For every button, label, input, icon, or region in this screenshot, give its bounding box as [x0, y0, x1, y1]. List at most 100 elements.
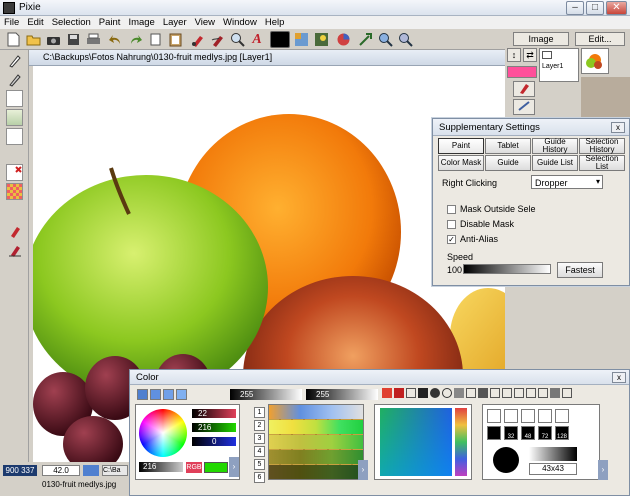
hue-strip[interactable]	[455, 408, 467, 476]
clear-selection-icon[interactable]	[6, 164, 23, 181]
zoom-in-icon[interactable]	[376, 31, 394, 48]
layer-brush-icon[interactable]	[513, 81, 535, 97]
layer-link-icon[interactable]: ⇄	[523, 48, 537, 62]
layer-tool-icon[interactable]	[513, 99, 535, 115]
paint-mode-icon[interactable]	[514, 388, 524, 398]
red-brush-icon[interactable]	[6, 222, 23, 239]
save-icon[interactable]	[64, 31, 82, 48]
edit-button[interactable]: Edit...	[575, 32, 625, 46]
pie-icon[interactable]	[334, 31, 352, 48]
pattern-fill-icon[interactable]	[6, 183, 23, 200]
brush-size-5[interactable]	[555, 409, 569, 423]
select-icon[interactable]	[356, 31, 374, 48]
menu-help[interactable]: Help	[261, 16, 289, 29]
layer-visibility-icon[interactable]	[542, 51, 552, 59]
maximize-button[interactable]: □	[586, 1, 604, 15]
color-close-button[interactable]: x	[612, 372, 626, 383]
color-expand-icon[interactable]: ›	[229, 457, 239, 477]
color-swatch-icon[interactable]	[270, 31, 290, 48]
paint-mode-icon[interactable]	[418, 388, 428, 398]
redo-icon[interactable]	[126, 31, 144, 48]
document-tab[interactable]: C:\Ba	[102, 465, 128, 476]
close-button[interactable]: ✕	[606, 1, 627, 15]
tab-selection-history[interactable]: Selection History	[579, 138, 625, 154]
brush-size-72[interactable]: 72	[538, 426, 552, 440]
ellipse-tool-icon[interactable]	[6, 128, 23, 145]
undo-icon[interactable]	[106, 31, 124, 48]
open-folder-icon[interactable]	[24, 31, 42, 48]
pencil-icon[interactable]	[6, 71, 23, 88]
tab-guide[interactable]: Guide	[485, 155, 531, 171]
color-mode-icon[interactable]	[150, 389, 161, 400]
paint-mode-icon[interactable]	[454, 388, 464, 398]
tab-paint[interactable]: Paint	[438, 138, 484, 154]
palette-tab-2[interactable]: 2	[254, 420, 265, 431]
rectangle-tool-icon[interactable]	[6, 90, 23, 107]
palette-tab-3[interactable]: 3	[254, 433, 265, 444]
brush-expand-icon[interactable]: ›	[598, 460, 608, 480]
color-mode-icon[interactable]	[163, 389, 174, 400]
anti-alias-checkbox[interactable]: ✓	[447, 235, 456, 244]
layer-list[interactable]: Layer1	[539, 48, 579, 82]
brush-icon[interactable]	[188, 31, 206, 48]
paint-mode-icon[interactable]	[478, 388, 488, 398]
menu-file[interactable]: File	[0, 16, 23, 29]
disable-mask-checkbox[interactable]	[447, 220, 456, 229]
rgb-mode-label[interactable]: RGB	[186, 462, 202, 473]
brush-size-1[interactable]	[487, 409, 501, 423]
tab-color-mask[interactable]: Color Mask	[438, 155, 484, 171]
palette-tab-6[interactable]: 6	[254, 472, 265, 483]
color-palette-grid[interactable]	[268, 404, 364, 480]
paint-mode-icon[interactable]	[526, 388, 536, 398]
tab-guide-history[interactable]: Guide History	[532, 138, 578, 154]
paint-mode-icon[interactable]	[382, 388, 392, 398]
current-color-swatch[interactable]	[204, 462, 228, 473]
color-mode-icon[interactable]	[137, 389, 148, 400]
menu-window[interactable]: Window	[219, 16, 261, 29]
layer-color-swatch[interactable]	[507, 66, 537, 78]
tab-tablet[interactable]: Tablet	[485, 138, 531, 154]
menu-edit[interactable]: Edit	[23, 16, 47, 29]
brush-size-2[interactable]	[504, 409, 518, 423]
brush-size-6[interactable]	[487, 426, 501, 440]
color-wheel[interactable]	[139, 409, 187, 457]
menu-paint[interactable]: Paint	[95, 16, 125, 29]
palette-tab-4[interactable]: 4	[254, 446, 265, 457]
layer-thumbnail[interactable]	[581, 48, 609, 74]
paint-mode-icon[interactable]	[394, 388, 404, 398]
layer-up-icon[interactable]: ↕	[507, 48, 521, 62]
menu-image[interactable]: Image	[124, 16, 158, 29]
color-mode-icon[interactable]	[176, 389, 187, 400]
print-icon[interactable]	[84, 31, 102, 48]
fastest-button[interactable]: Fastest	[557, 262, 603, 278]
brush-size-4[interactable]	[538, 409, 552, 423]
tab-guide-list[interactable]: Guide List	[532, 155, 578, 171]
brush-size-128[interactable]: 128	[555, 426, 569, 440]
zoom-field[interactable]: 42.0	[42, 465, 80, 476]
paint-mode-icon[interactable]	[466, 388, 476, 398]
paint-mode-icon[interactable]	[562, 388, 572, 398]
paint-mode-icon[interactable]	[406, 388, 416, 398]
gradient-area[interactable]	[380, 408, 452, 476]
menu-view[interactable]: View	[191, 16, 219, 29]
new-icon[interactable]	[4, 31, 22, 48]
palette-expand-icon[interactable]: ›	[358, 460, 368, 480]
paint-mode-icon[interactable]	[502, 388, 512, 398]
camera-icon[interactable]	[44, 31, 62, 48]
brush-size-3[interactable]	[521, 409, 535, 423]
gradient-tool-icon[interactable]	[6, 109, 23, 126]
smudge-icon[interactable]	[208, 31, 226, 48]
pattern-icon[interactable]	[292, 31, 310, 48]
brush-hardness-slider[interactable]	[529, 447, 577, 461]
red-eraser-icon[interactable]	[6, 241, 23, 258]
zoom-arrow-icon[interactable]	[83, 465, 99, 476]
pen-icon[interactable]	[6, 52, 23, 69]
cut-icon[interactable]	[146, 31, 164, 48]
brush-size-48[interactable]: 48	[521, 426, 535, 440]
supplementary-close-button[interactable]: x	[611, 122, 625, 133]
palette-tab-1[interactable]: 1	[254, 407, 265, 418]
paint-mode-icon[interactable]	[538, 388, 548, 398]
paint-mode-icon[interactable]	[490, 388, 500, 398]
mask-outside-checkbox[interactable]	[447, 205, 456, 214]
paint-mode-icon[interactable]	[550, 388, 560, 398]
